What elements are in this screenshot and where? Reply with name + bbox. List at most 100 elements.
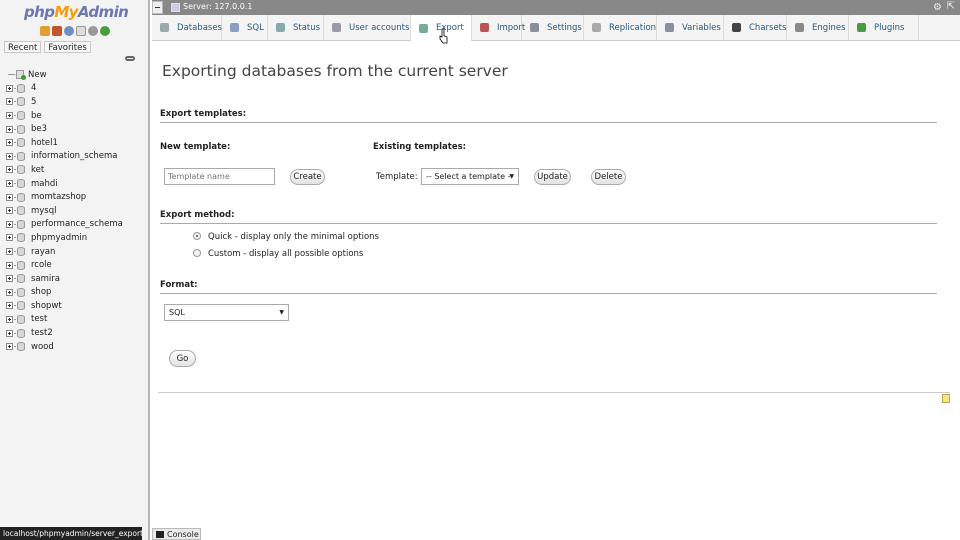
- expand-icon[interactable]: [6, 315, 13, 323]
- tree-item-database[interactable]: test2: [6, 326, 146, 340]
- tab-engines[interactable]: Engines: [787, 15, 849, 40]
- tree-item-label[interactable]: shop: [31, 287, 51, 297]
- expand-icon[interactable]: [6, 139, 13, 147]
- phpmyadmin-logo[interactable]: phpMyAdmin: [24, 3, 129, 22]
- tab-recent[interactable]: Recent: [4, 41, 42, 53]
- tree-item-database[interactable]: mysql: [6, 204, 146, 218]
- expand-icon[interactable]: [6, 275, 13, 283]
- reload-icon[interactable]: [100, 26, 110, 36]
- tree-item-label[interactable]: mahdi: [31, 179, 58, 189]
- home-icon[interactable]: [40, 26, 50, 36]
- tree-item-database[interactable]: rayan: [6, 245, 146, 259]
- tab-plugins[interactable]: Plugins: [849, 15, 919, 40]
- template-name-input[interactable]: [164, 168, 275, 185]
- tree-item-label[interactable]: test: [31, 314, 47, 324]
- tree-item-label[interactable]: New: [28, 70, 47, 80]
- expand-icon[interactable]: [6, 329, 13, 337]
- tree-item-database[interactable]: mahdi: [6, 177, 146, 191]
- tree-item-database[interactable]: ket: [6, 163, 146, 177]
- notebook-icon[interactable]: [942, 394, 950, 403]
- go-button[interactable]: Go: [169, 350, 196, 367]
- tree-item-new[interactable]: New: [6, 68, 146, 82]
- tree-item-database[interactable]: hotel1: [6, 136, 146, 150]
- expand-icon[interactable]: [6, 288, 13, 296]
- collapse-navigation-button[interactable]: [152, 1, 163, 14]
- tab-charsets[interactable]: Charsets: [724, 15, 787, 40]
- maximize-icon[interactable]: ⇱: [947, 1, 955, 12]
- expand-icon[interactable]: [6, 261, 13, 269]
- expand-icon[interactable]: [6, 84, 13, 92]
- tree-item-label[interactable]: be: [31, 111, 42, 121]
- tree-item-label[interactable]: momtazshop: [31, 192, 86, 202]
- create-template-button[interactable]: Create: [290, 169, 325, 185]
- tree-item-label[interactable]: 4: [31, 83, 36, 93]
- docs-icon[interactable]: [76, 26, 86, 36]
- expand-icon[interactable]: [6, 234, 13, 242]
- tree-item-label[interactable]: ket: [31, 165, 44, 175]
- tree-item-database[interactable]: phpmyadmin: [6, 231, 146, 245]
- tab-status[interactable]: Status: [268, 15, 324, 40]
- expand-icon[interactable]: [6, 302, 13, 310]
- tree-item-database[interactable]: shopwt: [6, 299, 146, 313]
- tab-settings[interactable]: Settings: [522, 15, 584, 40]
- tree-item-database[interactable]: wood: [6, 340, 146, 354]
- template-select[interactable]: -- Select a template -- ▼: [421, 168, 519, 185]
- tree-item-database[interactable]: performance_schema: [6, 218, 146, 232]
- format-select[interactable]: SQL ▼: [164, 304, 289, 321]
- tree-item-database[interactable]: shop: [6, 286, 146, 300]
- expand-icon[interactable]: [6, 152, 13, 160]
- link-with-main-icon[interactable]: [125, 56, 135, 61]
- tree-item-label[interactable]: test2: [31, 328, 53, 338]
- tab-variables[interactable]: Variables: [657, 15, 724, 40]
- expand-icon[interactable]: [6, 98, 13, 106]
- tree-item-label[interactable]: wood: [31, 342, 54, 352]
- logout-icon[interactable]: [52, 26, 62, 36]
- tree-item-database[interactable]: 4: [6, 82, 146, 96]
- quick-option-label[interactable]: Quick - display only the minimal options: [208, 232, 379, 242]
- console-toggle[interactable]: Console: [152, 528, 201, 540]
- tree-item-database[interactable]: samira: [6, 272, 146, 286]
- tree-item-database[interactable]: be3: [6, 122, 146, 136]
- tree-item-label[interactable]: rcole: [31, 260, 52, 270]
- tree-item-database[interactable]: momtazshop: [6, 190, 146, 204]
- expand-icon[interactable]: [6, 180, 13, 188]
- tab-databases[interactable]: Databases: [152, 15, 222, 40]
- server-breadcrumb[interactable]: Server: 127.0.0.1: [183, 2, 253, 11]
- custom-radio[interactable]: [193, 249, 201, 257]
- tree-item-label[interactable]: hotel1: [31, 138, 58, 148]
- expand-icon[interactable]: [6, 248, 13, 256]
- tree-item-label[interactable]: shopwt: [31, 301, 62, 311]
- help-icon[interactable]: [64, 26, 74, 36]
- tree-item-label[interactable]: mysql: [31, 206, 57, 216]
- expand-icon[interactable]: [6, 343, 13, 351]
- expand-icon[interactable]: [6, 112, 13, 120]
- tree-item-label[interactable]: 5: [31, 97, 36, 107]
- tab-user-accounts[interactable]: User accounts: [324, 15, 411, 40]
- tree-item-label[interactable]: be3: [31, 124, 47, 134]
- tab-sql[interactable]: SQL: [222, 15, 268, 40]
- tab-import[interactable]: Import: [472, 15, 525, 40]
- update-template-button[interactable]: Update: [534, 169, 571, 185]
- delete-template-button[interactable]: Delete: [591, 169, 626, 185]
- tree-item-database[interactable]: test: [6, 313, 146, 327]
- expand-icon[interactable]: [6, 207, 13, 215]
- tree-item-label[interactable]: information_schema: [31, 151, 118, 161]
- tree-item-label[interactable]: performance_schema: [31, 219, 123, 229]
- expand-icon[interactable]: [6, 193, 13, 201]
- expand-icon[interactable]: [6, 166, 13, 174]
- tree-item-label[interactable]: phpmyadmin: [31, 233, 87, 243]
- quick-radio[interactable]: [193, 232, 201, 240]
- tab-favorites[interactable]: Favorites: [44, 41, 91, 53]
- tab-replication[interactable]: Replication: [584, 15, 657, 40]
- tree-item-database[interactable]: be: [6, 109, 146, 123]
- tree-item-database[interactable]: rcole: [6, 258, 146, 272]
- custom-option-label[interactable]: Custom - display all possible options: [208, 249, 363, 259]
- tree-item-label[interactable]: rayan: [31, 247, 55, 257]
- expand-icon[interactable]: [6, 125, 13, 133]
- tree-item-database[interactable]: information_schema: [6, 150, 146, 164]
- tree-item-label[interactable]: samira: [31, 274, 60, 284]
- expand-icon[interactable]: [6, 220, 13, 228]
- settings-gear-icon[interactable]: ⚙: [933, 2, 942, 13]
- tree-item-database[interactable]: 5: [6, 95, 146, 109]
- gear-icon[interactable]: [88, 26, 98, 36]
